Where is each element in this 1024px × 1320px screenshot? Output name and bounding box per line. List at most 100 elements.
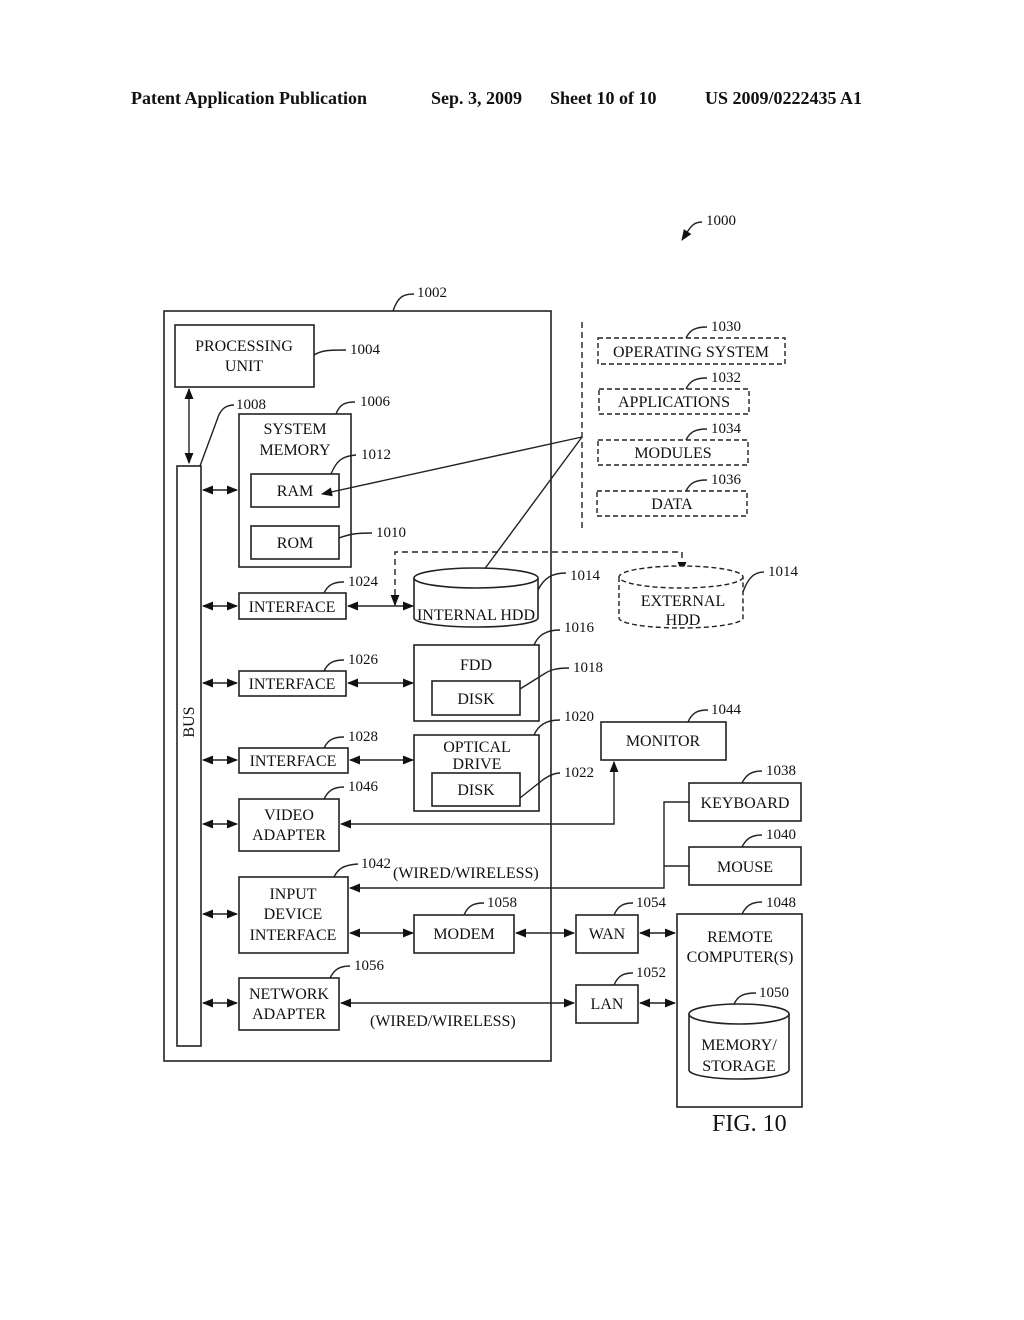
ref-1012: 1012 (361, 447, 391, 463)
ref-1022: 1022 (564, 765, 594, 781)
ref-1052: 1052 (636, 965, 666, 981)
ref-1016: 1016 (564, 620, 595, 636)
ref-1014-internal: 1014 (570, 568, 601, 584)
wan: WAN 1054 (575, 895, 667, 954)
leader-1030 (685, 326, 708, 339)
figure-label: FIG. 10 (712, 1111, 787, 1137)
interface-1024-label: INTERFACE (249, 599, 336, 616)
monitor: MONITOR 1044 (600, 702, 742, 761)
mouse-label: MOUSE (717, 859, 773, 876)
optical-drive-label-1: OPTICAL (443, 739, 511, 756)
software-stack: OPERATING SYSTEM 1030 APPLICATIONS 1032 … (581, 319, 786, 530)
ref-1036: 1036 (711, 472, 742, 488)
ref-1030: 1030 (711, 319, 741, 335)
video-adapter-label-2: ADAPTER (252, 827, 326, 844)
video-adapter-label-1: VIDEO (264, 807, 314, 824)
input-device-interface-label-1: INPUT (269, 886, 316, 903)
external-hdd-top (618, 565, 744, 589)
leader-1052 (613, 972, 634, 986)
interface-1028-label: INTERFACE (250, 753, 337, 770)
lan: LAN 1052 (575, 965, 666, 1024)
modem-label: MODEM (433, 926, 494, 943)
ref-1048: 1048 (766, 895, 796, 911)
input-device-interface-label-3: INTERFACE (250, 927, 337, 944)
ref-1008: 1008 (236, 397, 266, 413)
leader-1048 (741, 901, 763, 915)
keyboard-label: KEYBOARD (701, 795, 790, 812)
bus-label: BUS (181, 706, 198, 737)
monitor-label: MONITOR (626, 733, 701, 750)
ref-1032: 1032 (711, 370, 741, 386)
external-hdd: EXTERNAL HDD 1014 (618, 564, 799, 629)
ref-1058: 1058 (487, 895, 517, 911)
system-memory-label-1: SYSTEM (263, 421, 326, 438)
ref-1038: 1038 (766, 763, 796, 779)
memory-storage-label-1: MEMORY/ (701, 1037, 777, 1054)
ref-1040: 1040 (766, 827, 796, 843)
ref-1002: 1002 (417, 285, 447, 301)
mouse: MOUSE 1040 (688, 827, 802, 886)
system-ref-arrow (681, 221, 703, 241)
internal-hdd-label: INTERNAL HDD (417, 607, 535, 624)
system-memory-label-2: MEMORY (259, 442, 331, 459)
rom-label: ROM (277, 535, 313, 552)
ref-1028: 1028 (348, 729, 378, 745)
ref-1042: 1042 (361, 856, 391, 872)
processing-unit-box (174, 324, 315, 388)
ref-1054: 1054 (636, 895, 667, 911)
network-adapter-label-2: ADAPTER (252, 1006, 326, 1023)
leader-1002 (392, 293, 415, 312)
ref-1034: 1034 (711, 421, 742, 437)
keyboard: KEYBOARD 1038 (688, 763, 802, 822)
input-device-interface-label-2: DEVICE (264, 906, 323, 923)
ref-1010: 1010 (376, 525, 406, 541)
modules-label: MODULES (634, 445, 711, 462)
memory-storage-label-2: STORAGE (702, 1058, 776, 1075)
leader-1038 (741, 770, 763, 784)
ref-1046: 1046 (348, 779, 379, 795)
ref-1014-external: 1014 (768, 564, 799, 580)
data-label: DATA (651, 496, 693, 513)
leader-1032 (685, 377, 708, 390)
ref-1020: 1020 (564, 709, 594, 725)
ram-label: RAM (277, 483, 313, 500)
leader-1034 (685, 428, 708, 441)
fdd-label: FDD (460, 657, 492, 674)
processing-unit-label-2: UNIT (225, 358, 263, 375)
remote-computers: REMOTE COMPUTER(S) 1048 MEMORY/ STORAGE … (676, 895, 803, 1108)
lan-label: LAN (591, 996, 624, 1013)
fdd-disk-label: DISK (457, 691, 495, 708)
operating-system-label: OPERATING SYSTEM (613, 344, 769, 361)
block-diagram: 1000 1002 PROCESSING UNIT 1004 BUS 1008 … (163, 213, 803, 1137)
memory-storage-top (688, 1003, 790, 1025)
leader-1054 (613, 902, 634, 916)
leader-1044 (687, 709, 709, 723)
ref-1024: 1024 (348, 574, 379, 590)
ref-1026: 1026 (348, 652, 379, 668)
external-hdd-label-2: HDD (666, 612, 701, 629)
wired-wireless-label-input: (WIRED/WIRELESS) (393, 865, 539, 882)
wired-wireless-label-network: (WIRED/WIRELESS) (370, 1013, 516, 1030)
leader-1040 (741, 834, 763, 848)
internal-hdd-top (413, 567, 539, 589)
ref-1056: 1056 (354, 958, 385, 974)
ref-1018: 1018 (573, 660, 603, 676)
leader-1036 (685, 479, 708, 492)
optical-drive-label-2: DRIVE (453, 756, 502, 773)
interface-1026-label: INTERFACE (249, 676, 336, 693)
ref-1006: 1006 (360, 394, 391, 410)
optical-disk-label: DISK (457, 782, 495, 799)
internal-hdd: INTERNAL HDD 1014 (413, 567, 601, 628)
processing-unit-label-1: PROCESSING (195, 338, 293, 355)
remote-computers-label-2: COMPUTER(S) (687, 949, 794, 966)
applications-label: APPLICATIONS (618, 394, 730, 411)
remote-computers-label-1: REMOTE (707, 929, 773, 946)
network-adapter-label-1: NETWORK (249, 986, 329, 1003)
ref-1004: 1004 (350, 342, 381, 358)
system-ref-label: 1000 (706, 213, 736, 229)
system-ref: 1000 (681, 213, 736, 241)
leader-1014-external (742, 571, 765, 593)
bus-box (176, 465, 202, 1047)
ref-1050: 1050 (759, 985, 789, 1001)
wan-label: WAN (589, 926, 626, 943)
